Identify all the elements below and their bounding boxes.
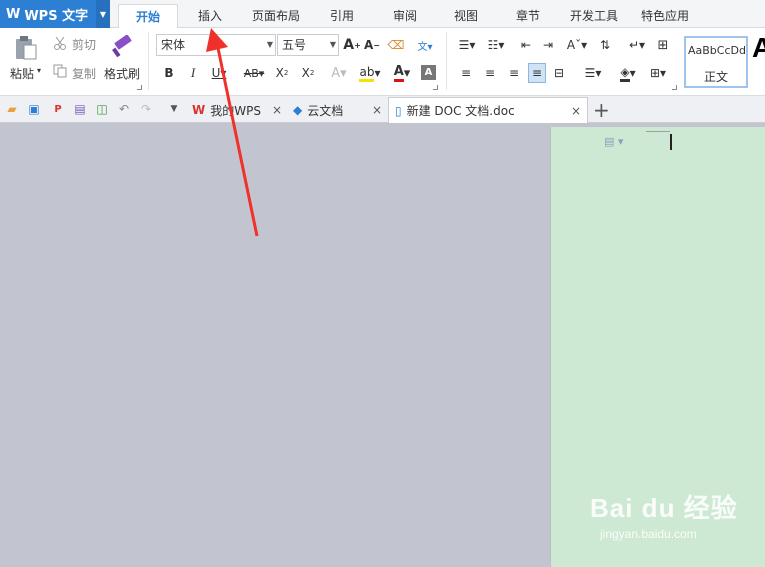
watermark-brand: Bai du 经验 <box>590 493 738 523</box>
annotation-arrow <box>206 28 259 237</box>
baidu-jingyan-watermark: Bai du 经验 jingyan.baidu.com <box>590 488 738 541</box>
watermark-url: jingyan.baidu.com <box>600 527 697 541</box>
